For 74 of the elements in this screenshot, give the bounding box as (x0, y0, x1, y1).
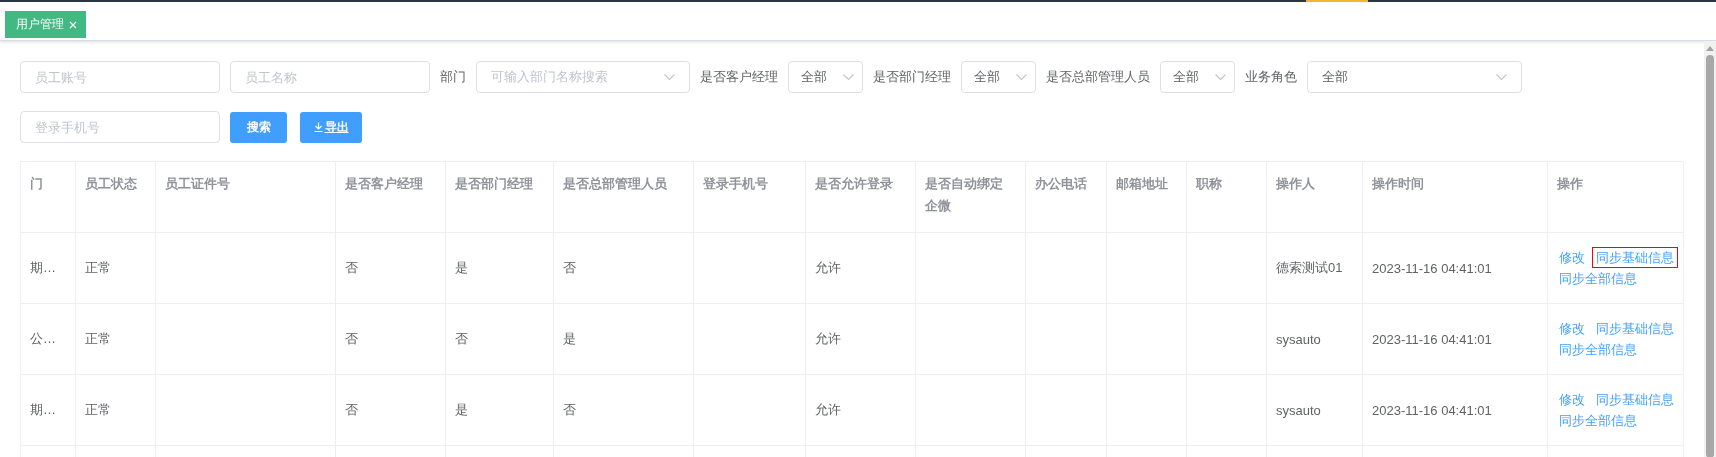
filter-label: 是否总部管理人员 (1046, 68, 1150, 86)
column-header: 是否自动绑定企微 (925, 175, 1003, 215)
up-arrow-icon[interactable] (1706, 46, 1714, 51)
column-header: 是否允许登录 (815, 175, 893, 193)
column-header: 是否总部管理人员 (563, 175, 667, 193)
filter-label: 部门 (440, 68, 466, 86)
action-link[interactable]: 同步基础信息 (1592, 389, 1678, 410)
chevron-down-icon (1496, 74, 1507, 80)
column-header: 门 (30, 175, 43, 193)
table-cell: 允许 (806, 375, 916, 446)
action-link[interactable]: 同步全部信息 (1555, 268, 1641, 289)
action-link[interactable]: 同步全部信息 (1555, 410, 1641, 431)
table-cell: 否 (446, 304, 554, 375)
input-field[interactable]: 员工账号 (20, 61, 220, 93)
column-header: 操作时间 (1372, 175, 1424, 193)
table-cell: 是 (554, 304, 694, 375)
table-cell: 否 (336, 304, 446, 375)
column-header: 是否部门经理 (455, 175, 533, 193)
chevron-down-icon (1016, 74, 1027, 80)
scrollbar-thumb[interactable] (1706, 55, 1714, 457)
filter-label: 业务角色 (1245, 68, 1297, 86)
table-cell: 允许 (806, 233, 916, 304)
select-field[interactable]: 全部 (1307, 61, 1522, 93)
export-button[interactable]: 导出 (300, 111, 362, 143)
table-cell: 允许 (806, 304, 916, 375)
scrollbar[interactable] (1704, 41, 1716, 457)
search-button[interactable]: 搜索 (230, 111, 287, 143)
column-header: 办公电话 (1035, 175, 1087, 193)
table-cell: 正常 (76, 304, 156, 375)
input-field[interactable]: 登录手机号 (20, 111, 220, 143)
table-cell: 是 (446, 233, 554, 304)
table-cell: 期… (21, 375, 76, 446)
column-header: 操作 (1557, 175, 1583, 193)
column-header: 员工状态 (85, 175, 137, 193)
column-header: 登录手机号 (703, 175, 768, 193)
filter-label: 是否部门经理 (873, 68, 951, 86)
table-cell: 2023-11-16 04:41:01 (1363, 304, 1548, 375)
table-cell: 2023-11-16 04:41:01 (1363, 233, 1548, 304)
select-field[interactable]: 全部 (788, 61, 863, 93)
table-cell: 是 (446, 375, 554, 446)
action-link[interactable]: 同步基础信息 (1592, 318, 1678, 339)
column-header: 职称 (1196, 175, 1222, 193)
close-icon[interactable] (69, 20, 77, 29)
page-tab[interactable]: 用户管理 (5, 11, 86, 38)
chevron-down-icon (843, 74, 854, 80)
input-field[interactable]: 员工名称 (230, 61, 430, 93)
table-cell: 否 (336, 233, 446, 304)
table-cell: 正常 (76, 233, 156, 304)
table-cell: 正常 (76, 375, 156, 446)
select-field[interactable]: 全部 (961, 61, 1036, 93)
active-indicator (1306, 0, 1368, 2)
column-header: 是否客户经理 (345, 175, 423, 193)
filter-label: 是否客户经理 (700, 68, 778, 86)
table-cell: 期… (21, 233, 76, 304)
column-header: 员工证件号 (165, 175, 230, 193)
download-icon (313, 122, 323, 132)
table-cell: 否 (554, 233, 694, 304)
select-field[interactable]: 全部 (1160, 61, 1235, 93)
action-link[interactable]: 修改 (1555, 247, 1589, 268)
table-cell: 否 (336, 375, 446, 446)
action-link[interactable]: 修改 (1555, 389, 1589, 410)
table-cell: sysauto (1267, 375, 1363, 446)
chevron-down-icon (1215, 74, 1226, 80)
table-cell: 2023-11-16 04:41:01 (1363, 375, 1548, 446)
action-link[interactable]: 同步全部信息 (1555, 339, 1641, 360)
action-link[interactable]: 同步基础信息 (1592, 247, 1678, 268)
table-cell: 公… (21, 304, 76, 375)
action-link[interactable]: 修改 (1555, 318, 1589, 339)
table-cell: sysauto (1267, 304, 1363, 375)
chevron-down-icon (664, 74, 675, 80)
table-cell: 德索测试01 (1267, 233, 1363, 304)
column-header: 操作人 (1276, 175, 1315, 193)
table-cell: 否 (554, 375, 694, 446)
column-header: 邮箱地址 (1116, 175, 1168, 193)
